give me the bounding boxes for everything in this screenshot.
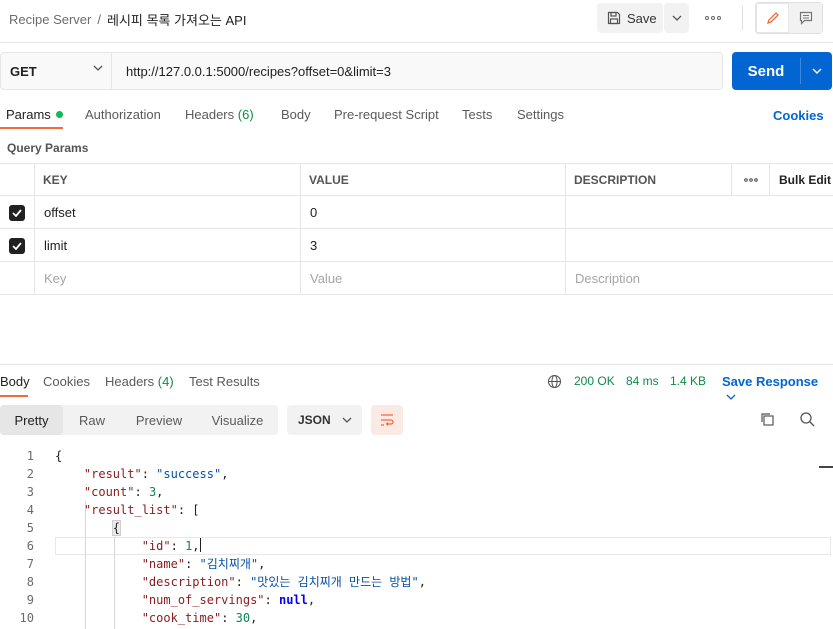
request-title[interactable]: 레시피 목록 가져오는 API — [107, 10, 246, 29]
response-size[interactable]: 1.4 KB — [670, 374, 706, 388]
active-tab-indicator — [0, 127, 63, 129]
param-value-input[interactable]: 0 — [301, 196, 566, 229]
checkmark-icon — [9, 237, 25, 254]
col-description: DESCRIPTION — [566, 163, 732, 196]
format-select[interactable]: JSON — [287, 405, 362, 435]
url-input[interactable]: http://127.0.0.1:5000/recipes?offset=0&l… — [112, 53, 391, 89]
copy-icon[interactable] — [759, 411, 775, 427]
tab-pre-request-script[interactable]: Pre-request Script — [334, 107, 439, 122]
wrap-lines-button[interactable] — [371, 405, 403, 435]
row-checkbox[interactable] — [0, 229, 35, 262]
tab-params[interactable]: Params — [6, 107, 63, 122]
code-line: 7 "name": "김치찌개", — [26, 557, 266, 571]
code-line: 3 "count": 3, — [26, 485, 164, 499]
bulk-edit-button[interactable]: Bulk Edit — [770, 163, 833, 196]
code-line: 5 { — [26, 520, 122, 536]
save-button[interactable]: Save — [597, 3, 663, 33]
search-icon[interactable] — [799, 411, 815, 427]
code-line: 2 "result": "success", — [26, 467, 229, 481]
response-tab-body[interactable]: Body — [0, 374, 30, 389]
save-response-button[interactable]: Save Response — [722, 374, 833, 404]
edit-mode-button[interactable] — [756, 3, 789, 33]
chevron-down-icon — [812, 68, 821, 74]
more-options-icon[interactable] — [700, 10, 726, 26]
table-row: offset 0 — [0, 196, 833, 229]
param-description-input[interactable] — [566, 229, 833, 262]
checkmark-icon — [9, 204, 25, 221]
code-line: 9 "num_of_servings": null, — [26, 593, 316, 607]
body-view-toggle: Pretty Raw Preview Visualize — [0, 405, 278, 435]
send-button[interactable]: Send — [732, 52, 832, 90]
table-row: limit 3 — [0, 229, 833, 262]
code-line: 10 "cook_time": 30, — [19, 611, 258, 625]
request-tabs: Params Authorization Headers (6) Body Pr… — [0, 100, 833, 130]
globe-icon[interactable] — [547, 374, 562, 389]
send-label: Send — [747, 62, 785, 80]
toolbar-divider — [742, 6, 743, 30]
cookies-link[interactable]: Cookies — [773, 108, 824, 123]
breadcrumb-parent[interactable]: Recipe Server — [9, 12, 91, 27]
code-line: 6 "id": 1, — [26, 538, 201, 553]
table-row-new: Key Value Description — [0, 262, 833, 295]
comment-mode-button[interactable] — [789, 3, 822, 33]
query-params-title: Query Params — [7, 141, 89, 155]
chevron-down-icon — [93, 65, 103, 71]
url-bar: GET http://127.0.0.1:5000/recipes?offset… — [0, 52, 723, 90]
code-line: 4 "result_list": [ — [26, 503, 200, 517]
response-time[interactable]: 84 ms — [626, 374, 659, 388]
params-active-dot — [55, 111, 63, 118]
wrap-lines-icon — [381, 414, 394, 426]
status-code[interactable]: 200 OK — [574, 374, 615, 388]
col-key: KEY — [35, 163, 301, 196]
chevron-down-icon — [672, 15, 681, 21]
view-pretty-button[interactable]: Pretty — [0, 405, 63, 435]
save-label: Save — [627, 10, 657, 26]
new-value-input[interactable]: Value — [301, 262, 566, 295]
pencil-icon — [766, 12, 779, 25]
response-body-code[interactable]: 1{ 2 "result": "success", 3 "count": 3, … — [0, 447, 833, 629]
save-icon — [607, 11, 621, 25]
response-tab-test-results[interactable]: Test Results — [189, 374, 260, 389]
response-tab-cookies[interactable]: Cookies — [43, 374, 90, 389]
param-value-input[interactable]: 3 — [301, 229, 566, 262]
code-line: 8 "description": "맛있는 김치찌개 만드는 방법", — [26, 575, 426, 589]
format-label: JSON — [298, 413, 331, 427]
table-header-row: KEY VALUE DESCRIPTION Bulk Edit — [0, 163, 833, 196]
param-key-input[interactable]: limit — [35, 229, 301, 262]
response-divider — [0, 364, 833, 365]
tab-tests[interactable]: Tests — [462, 107, 492, 122]
tab-body[interactable]: Body — [281, 107, 311, 122]
view-raw-button[interactable]: Raw — [63, 405, 121, 435]
col-value: VALUE — [301, 163, 566, 196]
comment-icon — [799, 11, 812, 25]
method-select[interactable]: GET — [1, 53, 112, 89]
new-key-input[interactable]: Key — [35, 262, 301, 295]
active-response-tab-indicator — [0, 395, 28, 397]
save-options-button[interactable] — [664, 3, 689, 33]
view-mode-toggle — [755, 2, 823, 34]
chevron-down-icon — [726, 394, 736, 400]
breadcrumb-separator: / — [97, 12, 101, 27]
header-divider — [0, 42, 833, 43]
param-description-input[interactable] — [566, 196, 833, 229]
response-tab-headers[interactable]: Headers (4) — [105, 374, 174, 389]
method-label: GET — [10, 63, 37, 79]
view-preview-button[interactable]: Preview — [121, 405, 197, 435]
breadcrumb: Recipe Server / 레시피 목록 가져오는 API — [9, 10, 246, 29]
new-description-input[interactable]: Description — [566, 262, 833, 295]
param-key-input[interactable]: offset — [35, 196, 301, 229]
view-visualize-button[interactable]: Visualize — [197, 405, 278, 435]
send-options-button[interactable] — [801, 52, 832, 90]
code-line: 1{ — [26, 449, 63, 463]
tab-settings[interactable]: Settings — [517, 107, 564, 122]
tab-headers[interactable]: Headers (6) — [185, 107, 254, 122]
column-options-icon[interactable] — [732, 163, 770, 196]
text-cursor — [199, 538, 201, 552]
row-checkbox[interactable] — [0, 196, 35, 229]
tab-authorization[interactable]: Authorization — [85, 107, 161, 122]
chevron-down-icon — [342, 417, 352, 423]
